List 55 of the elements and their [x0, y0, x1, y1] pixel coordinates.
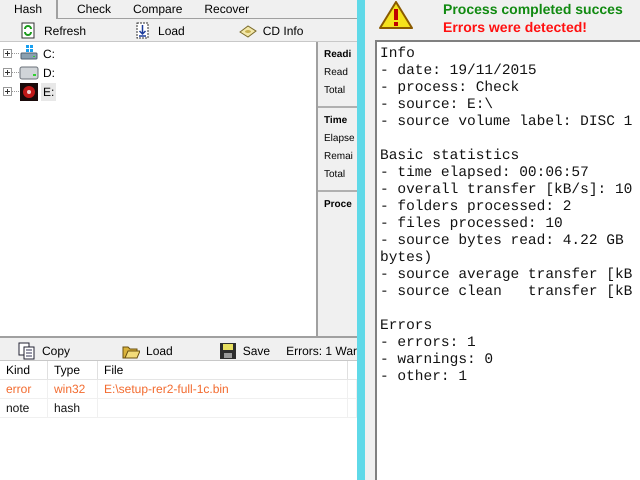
report-text-area[interactable] [375, 40, 640, 480]
status-title: Process completed succes [443, 0, 623, 18]
toolbar-button[interactable]: Load [120, 341, 175, 360]
panel-label: Total [324, 84, 346, 98]
menu-tab[interactable]: Hash [0, 0, 58, 18]
report-line: - source average transfer [kB [380, 267, 632, 283]
toolbar-button[interactable]: Save [216, 341, 272, 360]
report-heading: Basic statistics [380, 148, 520, 165]
panel-heading: Proce [324, 198, 353, 212]
report-line: - other: 1 [380, 369, 468, 385]
table-cell: win32 [48, 380, 98, 398]
table-cell: error [0, 380, 48, 398]
report-line: - source clean transfer [kB [380, 284, 632, 300]
report-heading: Errors [380, 318, 434, 335]
report-line: - folders processed: 2 [380, 199, 572, 215]
menu-tab[interactable]: Compare [122, 0, 194, 18]
panel-label: Remai [324, 150, 354, 164]
menu-tab[interactable]: Check [66, 0, 122, 18]
column-header[interactable]: File [98, 361, 348, 379]
expand-toggle[interactable] [3, 87, 12, 96]
error-message: Errors were detected! [443, 18, 588, 36]
report-line: - time elapsed: 00:06:57 [380, 165, 589, 181]
column-header[interactable]: Type [48, 361, 98, 379]
table-cell: note [0, 399, 48, 417]
report-line: - source volume label: DISC 1 [380, 114, 632, 130]
status-text: Errors: 1 War [286, 342, 357, 360]
report-line: bytes) [380, 250, 432, 266]
report-line: - source: E:\ [380, 97, 494, 113]
toolbar-button[interactable]: CD Info [236, 21, 306, 40]
toolbar-button[interactable]: Copy [16, 341, 72, 360]
toolbar-button[interactable]: Refresh [18, 21, 88, 40]
expand-toggle[interactable] [3, 49, 12, 58]
tree-item[interactable]: E: [41, 82, 56, 100]
warning-icon [379, 1, 413, 29]
report-line: - files processed: 10 [380, 216, 563, 232]
report-line: - warnings: 0 [380, 352, 494, 368]
table-cell: E:\setup-rer2-full-1c.bin [98, 380, 348, 398]
table-cell: hash [48, 399, 98, 417]
panel-label: Read [324, 66, 349, 80]
tree-item[interactable]: D: [41, 64, 57, 82]
report-line: - source bytes read: 4.22 GB [380, 233, 624, 249]
report-line: - date: 19/11/2015 [380, 63, 537, 79]
panel-label: Elapse [324, 132, 356, 146]
expand-toggle[interactable] [3, 68, 12, 77]
report-line: - overall transfer [kB/s]: 10 [380, 182, 632, 198]
panel-heading: Readi [324, 48, 352, 62]
tree-item[interactable]: C: [41, 44, 57, 62]
menu-tab[interactable]: Recover [193, 0, 260, 18]
report-line: - errors: 1 [380, 335, 476, 351]
report-line: - process: Check [380, 80, 520, 96]
panel-label: Total [324, 168, 346, 182]
column-header[interactable]: Kind [0, 361, 48, 379]
panel-heading: Time [324, 114, 348, 128]
report-heading: Info [380, 46, 416, 63]
toolbar-button[interactable]: Load [132, 21, 187, 40]
